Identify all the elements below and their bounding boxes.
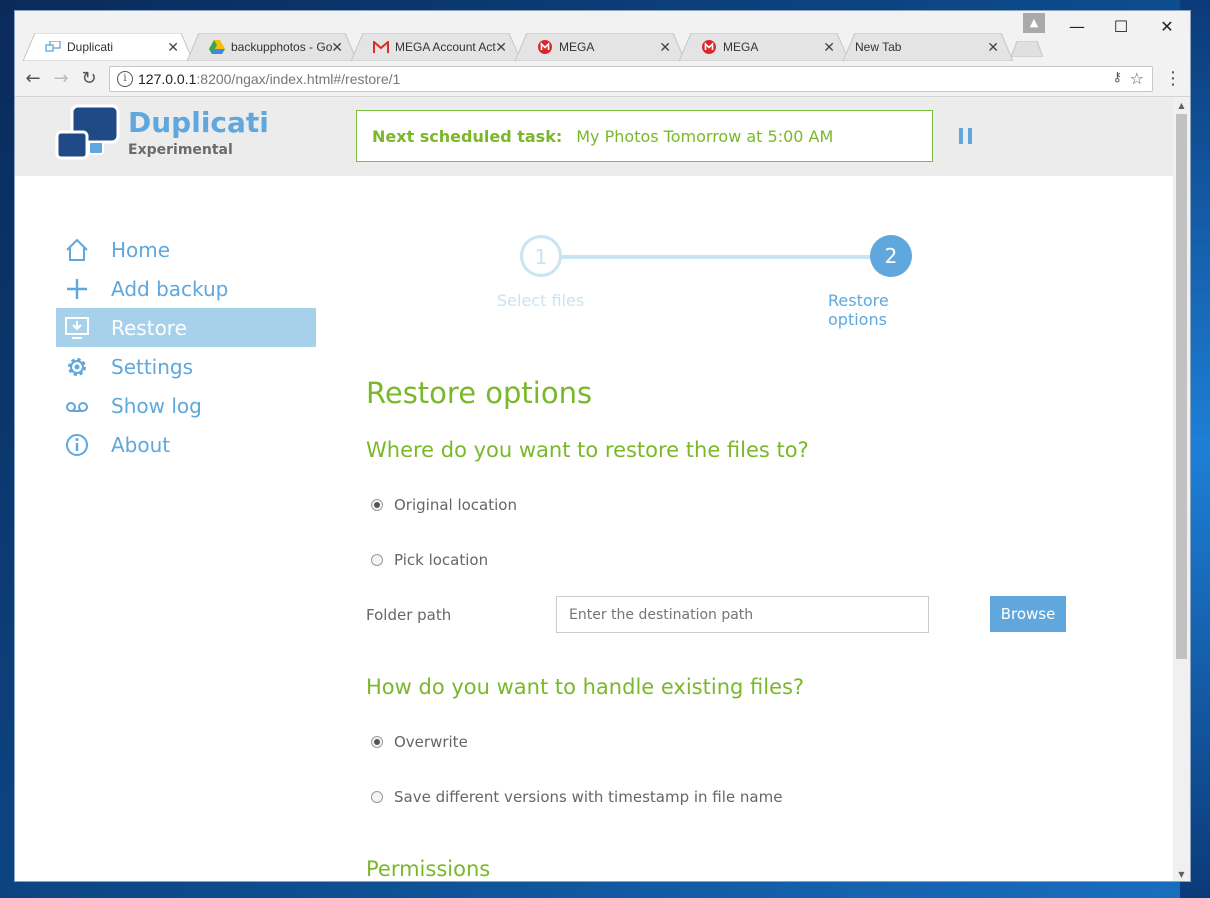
brand-title: Duplicati <box>128 106 269 139</box>
existing-files-heading: How do you want to handle existing files… <box>366 675 805 699</box>
sidebar-item-label: Restore <box>111 315 187 340</box>
scroll-down-icon[interactable]: ▼ <box>1173 867 1190 881</box>
tab-title: MEGA <box>723 40 759 54</box>
radio-pick-location[interactable]: Pick location <box>371 551 488 569</box>
forward-button[interactable]: → <box>49 67 73 91</box>
tab-strip: Duplicati ✕ backupphotos - Go ✕ MEGA Acc… <box>15 11 1190 61</box>
restore-icon <box>64 315 90 341</box>
stepper-connector <box>559 255 887 259</box>
plus-icon <box>64 276 90 302</box>
sched-label: Next scheduled task: <box>372 126 563 146</box>
radio-overwrite[interactable]: Overwrite <box>371 733 468 751</box>
next-scheduled-task: Next scheduled task: My Photos Tomorrow … <box>356 110 933 162</box>
browser-toolbar: ← → ↻ i 127.0.0.1:8200/ngax/index.html#/… <box>15 61 1190 97</box>
browser-menu-icon[interactable]: ⋮ <box>1164 67 1182 91</box>
sidebar-item-about[interactable]: About <box>56 425 316 464</box>
duplicati-logo-icon <box>55 104 121 162</box>
sidebar: Home Add backup Restore Settings Show lo… <box>56 230 316 464</box>
tab-mega-2[interactable]: MEGA ✕ <box>679 33 849 61</box>
app-header: Duplicati Experimental Next scheduled ta… <box>15 98 1175 176</box>
browser-window: Duplicati ✕ backupphotos - Go ✕ MEGA Acc… <box>14 10 1191 882</box>
step-2-label[interactable]: Restore options <box>828 291 935 329</box>
sidebar-item-label: Add backup <box>111 276 229 301</box>
folder-path-input[interactable] <box>556 596 929 633</box>
minimize-button[interactable]: — <box>1055 15 1099 39</box>
tab-mega-1[interactable]: MEGA ✕ <box>515 33 685 61</box>
log-icon <box>64 393 90 419</box>
radio-button[interactable] <box>371 499 383 511</box>
step-1-circle[interactable]: 1 <box>520 235 562 277</box>
mega-icon <box>701 39 717 55</box>
sidebar-item-label: Settings <box>111 354 194 379</box>
gear-icon <box>64 354 90 380</box>
sidebar-item-label: About <box>111 432 171 457</box>
tab-gmail-mega[interactable]: MEGA Account Act ✕ <box>351 33 521 61</box>
close-tab-icon[interactable]: ✕ <box>167 39 179 56</box>
url-text[interactable]: 127.0.0.1:8200/ngax/index.html#/restore/… <box>138 71 400 87</box>
key-icon[interactable]: ⚷ <box>1112 70 1122 85</box>
close-tab-icon[interactable]: ✕ <box>331 39 343 56</box>
browse-button[interactable]: Browse <box>990 596 1066 632</box>
bookmark-star-icon[interactable]: ☆ <box>1130 69 1144 88</box>
sidebar-item-label: Home <box>111 237 171 262</box>
tab-new-tab[interactable]: New Tab ✕ <box>843 33 1013 61</box>
address-bar[interactable]: i 127.0.0.1:8200/ngax/index.html#/restor… <box>109 66 1153 92</box>
radio-label: Save different versions with timestamp i… <box>394 788 783 806</box>
maximize-button[interactable]: ☐ <box>1099 15 1143 39</box>
brand-subtitle: Experimental <box>128 142 233 158</box>
page-title: Restore options <box>366 376 593 410</box>
site-info-icon[interactable]: i <box>117 71 133 87</box>
restore-stepper: 1 2 Select files Restore options <box>495 233 935 329</box>
mega-icon <box>537 39 553 55</box>
tab-title: Duplicati <box>67 40 114 54</box>
radio-original-location[interactable]: Original location <box>371 496 517 514</box>
gmail-icon <box>373 39 389 55</box>
radio-save-versions[interactable]: Save different versions with timestamp i… <box>371 788 782 806</box>
permissions-heading: Permissions <box>366 857 491 881</box>
radio-label: Overwrite <box>394 733 468 751</box>
sidebar-item-settings[interactable]: Settings <box>56 347 316 386</box>
sidebar-item-restore[interactable]: Restore <box>56 308 316 347</box>
tab-title: backupphotos - Go <box>231 40 333 54</box>
profile-icon[interactable]: ▲ <box>1023 13 1045 33</box>
tab-title: MEGA <box>559 40 595 54</box>
sidebar-item-label: Show log <box>111 393 202 418</box>
close-tab-icon[interactable]: ✕ <box>495 39 507 56</box>
page-viewport: Duplicati Experimental Next scheduled ta… <box>15 98 1175 881</box>
folder-path-label: Folder path <box>366 606 452 624</box>
back-button[interactable]: ← <box>21 67 45 91</box>
sidebar-item-show-log[interactable]: Show log <box>56 386 316 425</box>
tab-google-drive[interactable]: backupphotos - Go ✕ <box>187 33 357 61</box>
sidebar-item-add-backup[interactable]: Add backup <box>56 269 316 308</box>
tab-duplicati[interactable]: Duplicati ✕ <box>23 33 193 61</box>
pause-icon[interactable] <box>959 128 973 144</box>
tab-title: MEGA Account Act <box>395 40 496 54</box>
new-tab-button[interactable] <box>1010 40 1044 58</box>
close-tab-icon[interactable]: ✕ <box>659 39 671 56</box>
scroll-up-icon[interactable]: ▲ <box>1173 98 1190 114</box>
radio-label: Original location <box>394 496 517 514</box>
page-scrollbar[interactable]: ▲ ▼ <box>1173 98 1190 881</box>
where-heading: Where do you want to restore the files t… <box>366 438 809 462</box>
radio-label: Pick location <box>394 551 489 569</box>
close-tab-icon[interactable]: ✕ <box>823 39 835 56</box>
sched-value: My Photos Tomorrow at 5:00 AM <box>576 126 834 146</box>
close-tab-icon[interactable]: ✕ <box>987 39 999 56</box>
google-drive-icon <box>209 39 225 55</box>
step-1-label[interactable]: Select files <box>497 291 584 310</box>
info-icon <box>64 432 90 458</box>
duplicati-favicon-icon <box>45 39 61 55</box>
step-2-circle[interactable]: 2 <box>870 235 912 277</box>
radio-button[interactable] <box>371 791 383 803</box>
sidebar-item-home[interactable]: Home <box>56 230 316 269</box>
reload-button[interactable]: ↻ <box>77 67 101 91</box>
radio-button[interactable] <box>371 554 383 566</box>
radio-button[interactable] <box>371 736 383 748</box>
scrollbar-thumb[interactable] <box>1176 114 1187 659</box>
tab-title: New Tab <box>855 40 902 54</box>
close-window-button[interactable]: ✕ <box>1145 15 1189 39</box>
home-icon <box>64 237 90 263</box>
